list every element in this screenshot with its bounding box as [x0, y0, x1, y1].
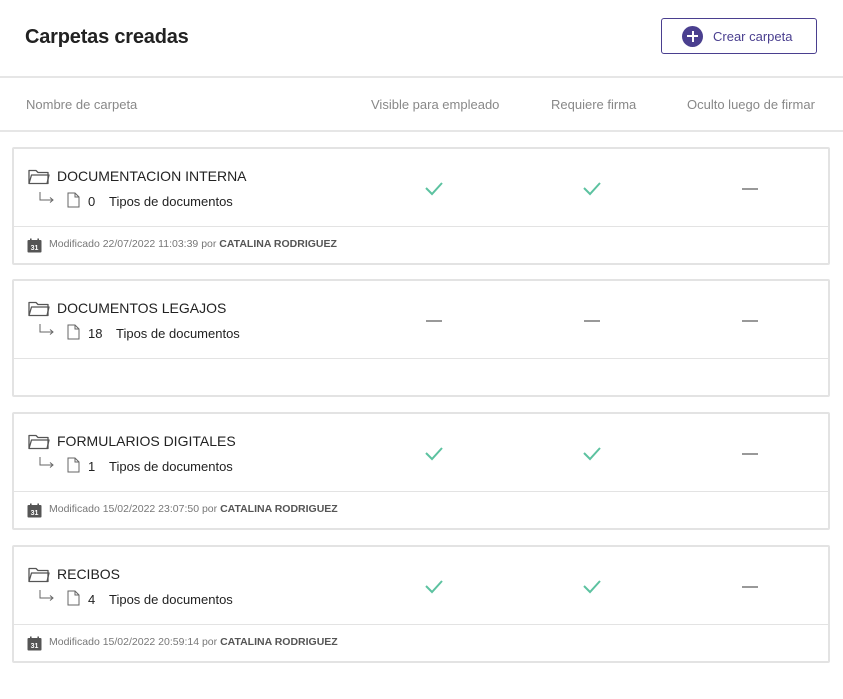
calendar-icon: 31	[27, 238, 42, 253]
modified-by: CATALINA RODRIGUEZ	[220, 503, 338, 515]
document-types-label: Tipos de documentos	[109, 592, 233, 607]
page-header: Carpetas creadas Crear carpeta	[0, 0, 843, 78]
calendar-icon: 31	[27, 503, 42, 518]
check-icon	[583, 182, 601, 196]
folder-card[interactable]: FORMULARIOS DIGITALES 1 Tipos de documen…	[12, 412, 830, 530]
svg-text:31: 31	[31, 643, 39, 650]
folder-card-footer: 31 Modificado 15/02/2022 23:07:50 por CA…	[14, 492, 828, 528]
column-header-visible: Visible para empleado	[371, 97, 500, 112]
check-icon	[583, 580, 601, 594]
modified-prefix: Modificado	[49, 636, 100, 648]
subitem-arrow-icon	[39, 192, 54, 203]
folder-name[interactable]: DOCUMENTOS LEGAJOS	[57, 300, 226, 316]
folder-card-footer: 31 Modificado 22/07/2022 11:03:39 por CA…	[14, 227, 828, 263]
document-count: 0	[88, 194, 96, 209]
check-icon	[425, 182, 443, 196]
document-count: 18	[88, 326, 103, 341]
table-header: Nombre de carpeta Visible para empleado …	[0, 80, 843, 132]
column-header-requires-signature: Requiere firma	[551, 97, 637, 112]
folder-card[interactable]: DOCUMENTOS LEGAJOS 18 Tipos de documento…	[12, 279, 830, 397]
folder-card[interactable]: DOCUMENTACION INTERNA 0 Tipos de documen…	[12, 147, 830, 265]
modified-date: 15/02/2022 20:59:14	[102, 636, 200, 648]
modified-date: 22/07/2022 11:03:39	[102, 238, 199, 250]
folder-icon	[28, 567, 50, 583]
page-title: Carpetas creadas	[25, 26, 189, 48]
document-icon	[67, 590, 80, 606]
document-types-label: Tipos de documentos	[109, 459, 233, 474]
modified-by-prefix: por	[201, 238, 217, 250]
document-count: 4	[88, 592, 96, 607]
modified-prefix: Modificado	[49, 238, 100, 250]
document-count: 1	[88, 459, 96, 474]
folder-card-footer: 31 Modificado 15/02/2022 20:59:14 por CA…	[14, 625, 828, 661]
folder-icon	[28, 434, 50, 450]
svg-text:31: 31	[31, 245, 39, 252]
modified-by-prefix: por	[201, 503, 218, 515]
folder-card-main[interactable]: RECIBOS 4 Tipos de documentos	[14, 547, 828, 625]
check-icon	[583, 447, 601, 461]
dash-icon	[742, 586, 758, 588]
folder-card-main[interactable]: DOCUMENTOS LEGAJOS 18 Tipos de documento…	[14, 281, 828, 359]
modified-by: CATALINA RODRIGUEZ	[220, 636, 338, 648]
plus-circle-icon	[682, 25, 703, 47]
folder-icon	[28, 169, 50, 185]
subitem-arrow-icon	[39, 590, 54, 601]
column-header-name: Nombre de carpeta	[26, 97, 138, 112]
create-folder-button[interactable]: Crear carpeta	[661, 18, 817, 54]
modified-date: 15/02/2022 23:07:50	[102, 503, 200, 515]
column-header-hidden-after-sign: Oculto luego de firmar	[687, 97, 815, 112]
document-types-label: Tipos de documentos	[109, 194, 233, 209]
check-icon	[425, 580, 443, 594]
document-icon	[67, 324, 80, 340]
document-types-label: Tipos de documentos	[116, 326, 240, 341]
dash-icon	[742, 320, 758, 322]
modified-prefix: Modificado	[49, 503, 100, 515]
modified-info: Modificado 15/02/2022 23:07:50 por CATAL…	[49, 503, 338, 515]
dash-icon	[742, 453, 758, 455]
dash-icon	[584, 320, 600, 322]
modified-by: CATALINA RODRIGUEZ	[219, 238, 337, 250]
document-icon	[67, 457, 80, 473]
modified-info: Modificado 22/07/2022 11:03:39 por CATAL…	[49, 238, 337, 250]
dash-icon	[426, 320, 442, 322]
folder-name[interactable]: DOCUMENTACION INTERNA	[57, 168, 247, 184]
create-folder-label: Crear carpeta	[713, 28, 793, 44]
check-icon	[425, 447, 443, 461]
dash-icon	[742, 188, 758, 190]
folder-card-main[interactable]: DOCUMENTACION INTERNA 0 Tipos de documen…	[14, 149, 828, 227]
document-icon	[67, 192, 80, 208]
modified-by-prefix: por	[201, 636, 218, 648]
folder-card-main[interactable]: FORMULARIOS DIGITALES 1 Tipos de documen…	[14, 414, 828, 492]
calendar-icon: 31	[27, 636, 42, 651]
folder-name[interactable]: FORMULARIOS DIGITALES	[57, 433, 236, 449]
subitem-arrow-icon	[39, 457, 54, 468]
folder-card-footer	[14, 359, 828, 395]
svg-text:31: 31	[31, 510, 39, 517]
modified-info: Modificado 15/02/2022 20:59:14 por CATAL…	[49, 636, 338, 648]
folder-name[interactable]: RECIBOS	[57, 566, 120, 582]
folder-icon	[28, 301, 50, 317]
folder-card[interactable]: RECIBOS 4 Tipos de documentos 31 Modific…	[12, 545, 830, 663]
subitem-arrow-icon	[39, 324, 54, 335]
